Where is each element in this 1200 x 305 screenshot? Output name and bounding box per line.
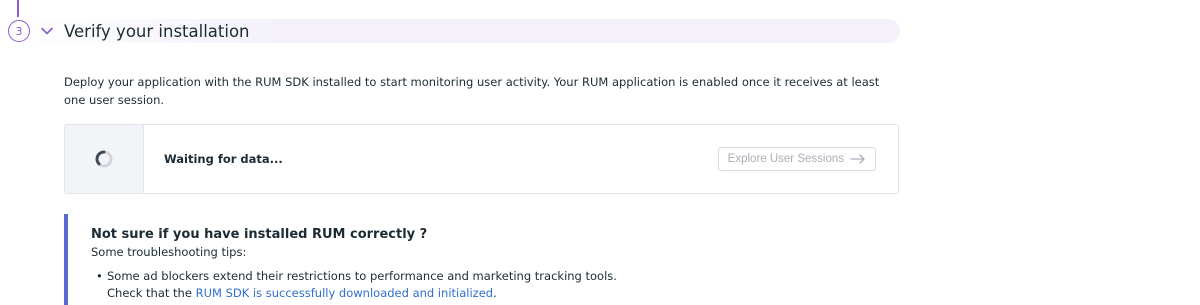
- arrow-right-icon: [850, 154, 865, 164]
- step-description: Deploy your application with the RUM SDK…: [64, 75, 880, 107]
- explore-user-sessions-button[interactable]: Explore User Sessions: [717, 147, 876, 171]
- data-status-panel: Waiting for data... Explore User Session…: [64, 124, 899, 194]
- bullet-icon: •: [96, 269, 103, 283]
- rum-setup-page: 3 Verify your installation Deploy your a…: [0, 0, 1200, 305]
- step-number-badge: 3: [8, 20, 30, 42]
- status-text: Waiting for data...: [164, 152, 283, 166]
- loading-spinner-icon: [95, 150, 113, 168]
- explore-button-label: Explore User Sessions: [727, 153, 844, 165]
- callout-subtitle: Some troubleshooting tips:: [91, 245, 247, 259]
- tip-line-1: Some ad blockers extend their restrictio…: [107, 269, 617, 283]
- step-connector-line: [17, 0, 19, 17]
- step-title: Verify your installation: [64, 21, 250, 41]
- tip-line-2-prefix: Check that the: [107, 286, 196, 300]
- tip-line-2-suffix: .: [493, 286, 497, 300]
- tips-list: • Some ad blockers extend their restrict…: [91, 268, 899, 302]
- troubleshooting-callout: Not sure if you have installed RUM corre…: [64, 214, 899, 305]
- step-header[interactable]: 3 Verify your installation: [8, 19, 900, 43]
- chevron-down-icon[interactable]: [40, 24, 54, 38]
- status-main: Waiting for data... Explore User Session…: [144, 125, 898, 193]
- list-item: • Some ad blockers extend their restrict…: [91, 268, 899, 302]
- rum-sdk-docs-link[interactable]: RUM SDK is successfully downloaded and i…: [196, 286, 494, 300]
- callout-title: Not sure if you have installed RUM corre…: [91, 227, 428, 242]
- status-icon-cell: [65, 125, 144, 193]
